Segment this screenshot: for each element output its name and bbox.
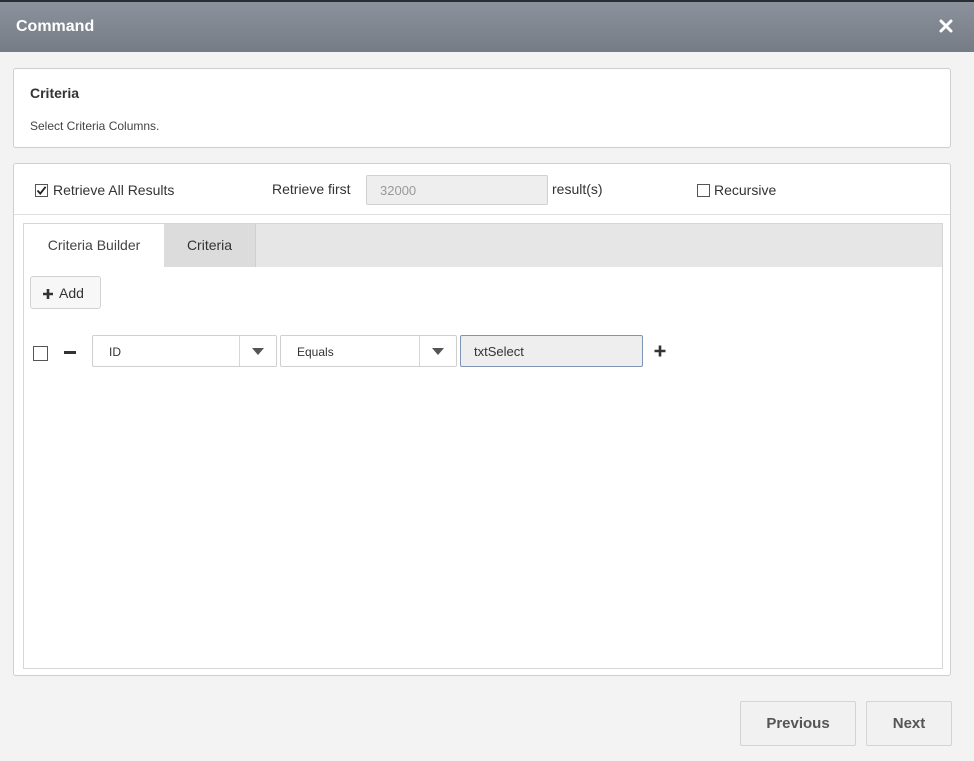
field-select[interactable]: ID bbox=[92, 335, 277, 367]
add-criteria-button[interactable]: Add bbox=[30, 276, 101, 309]
dialog-title: Command bbox=[16, 18, 95, 35]
operator-select[interactable]: Equals bbox=[280, 335, 457, 367]
retrieve-all-checkbox[interactable] bbox=[35, 184, 48, 197]
tab-strip: Criteria Builder Criteria bbox=[24, 224, 942, 267]
add-button-label: Add bbox=[59, 285, 84, 301]
tab-criteria-builder[interactable]: Criteria Builder bbox=[24, 224, 164, 267]
chevron-down-icon[interactable] bbox=[419, 336, 456, 366]
recursive-label: Recursive bbox=[714, 182, 777, 198]
command-dialog: Command Criteria Select Criteria Columns… bbox=[0, 0, 974, 761]
field-select-value: ID bbox=[109, 345, 121, 359]
criteria-value-input[interactable] bbox=[460, 335, 643, 367]
criteria-header-panel: Criteria Select Criteria Columns. bbox=[13, 68, 951, 148]
operator-select-value: Equals bbox=[297, 345, 334, 359]
close-icon[interactable] bbox=[936, 16, 956, 36]
criteria-row-checkbox[interactable] bbox=[33, 346, 48, 361]
section-subtitle: Select Criteria Columns. bbox=[30, 119, 160, 133]
dialog-titlebar[interactable]: Command bbox=[0, 0, 974, 52]
section-title: Criteria bbox=[30, 85, 80, 101]
next-button[interactable]: Next bbox=[866, 701, 952, 746]
tab-criteria[interactable]: Criteria bbox=[164, 224, 256, 267]
retrieve-first-input[interactable] bbox=[366, 175, 548, 205]
plus-icon bbox=[42, 287, 54, 303]
retrieve-all-label: Retrieve All Results bbox=[53, 182, 175, 198]
criteria-main-panel: Retrieve All Results Retrieve first resu… bbox=[13, 163, 951, 676]
recursive-checkbox[interactable] bbox=[697, 184, 710, 197]
retrieve-options-row: Retrieve All Results Retrieve first resu… bbox=[14, 164, 950, 215]
criteria-tabs: Criteria Builder Criteria Add ID Equals … bbox=[23, 223, 943, 669]
remove-row-icon[interactable] bbox=[64, 351, 76, 354]
add-row-plus-icon[interactable] bbox=[654, 344, 666, 362]
retrieve-first-label: Retrieve first bbox=[272, 181, 351, 197]
previous-button[interactable]: Previous bbox=[740, 701, 856, 746]
results-suffix-label: result(s) bbox=[552, 181, 603, 197]
chevron-down-icon[interactable] bbox=[239, 336, 276, 366]
